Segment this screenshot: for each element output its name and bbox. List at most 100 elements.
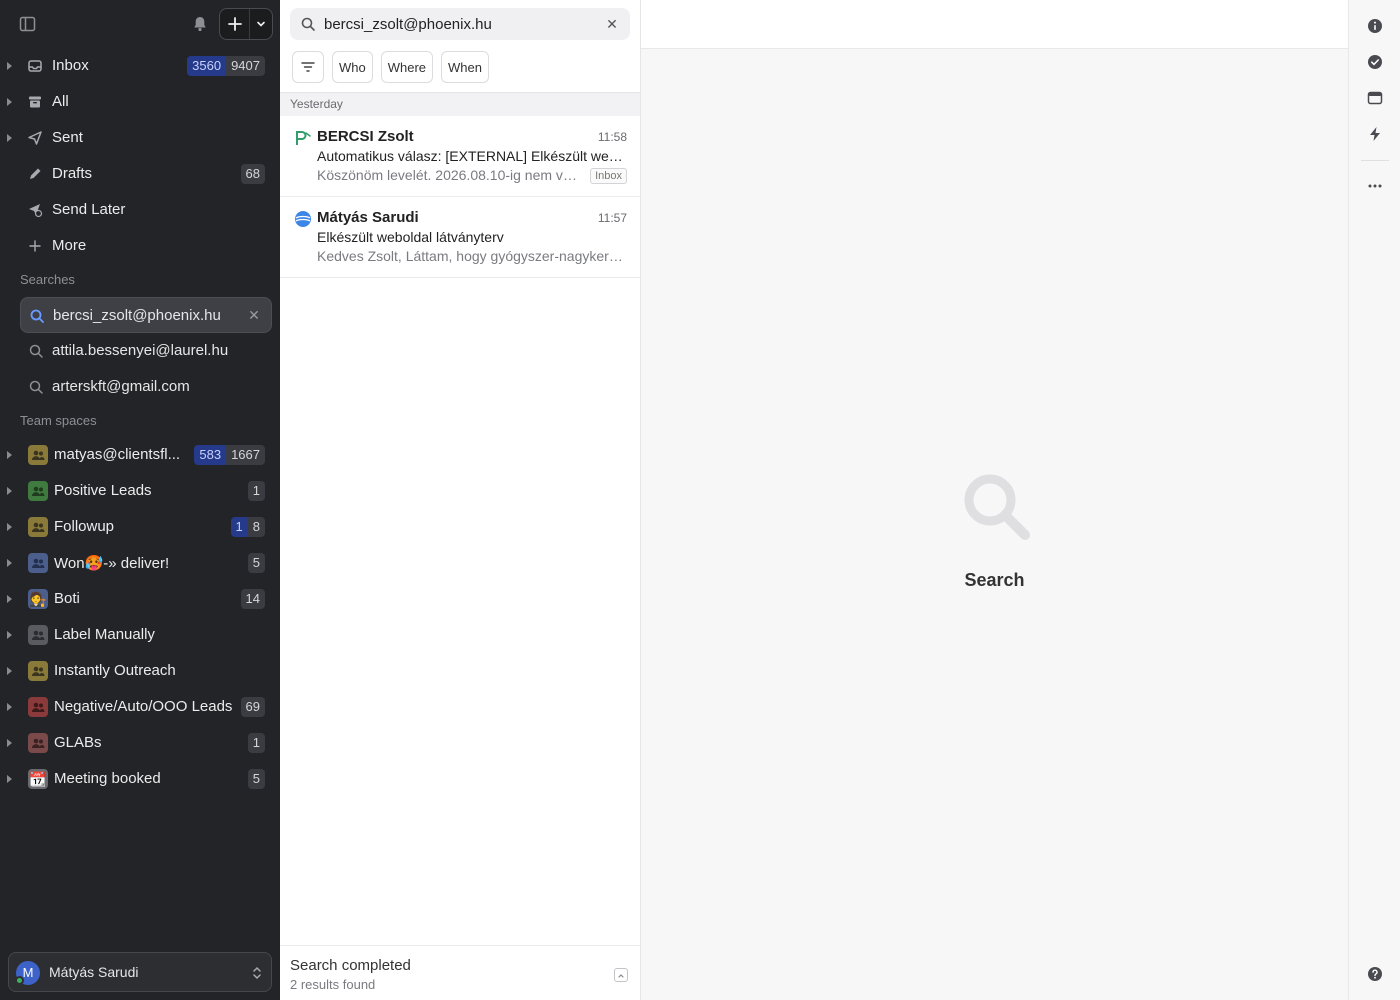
count-badge: 5 [247, 769, 265, 789]
unread-badge: 583 [194, 445, 227, 465]
check-circle-icon[interactable] [1365, 52, 1385, 72]
expand-triangle-icon[interactable] [7, 98, 12, 106]
saved-search-item[interactable]: bercsi_zsolt@phoenix.hu ✕ [20, 297, 272, 333]
saved-search-item[interactable]: arterskft@gmail.com [20, 369, 272, 405]
count-badge: 5 [247, 553, 265, 573]
team-avatar-icon [28, 445, 48, 465]
message-sender: Mátyás Sarudi [317, 209, 419, 226]
bell-icon[interactable] [190, 14, 210, 34]
reading-pane-toolbar [641, 0, 1348, 49]
team-count-badge: 5 [247, 769, 265, 789]
team-space-item[interactable]: Instantly Outreach [0, 653, 280, 689]
pencil-icon [26, 165, 44, 183]
team-space-label: matyas@clientsfl... [54, 446, 181, 463]
sidebar-toggle-icon[interactable] [18, 15, 38, 33]
team-space-item[interactable]: Followup 1 8 [0, 509, 280, 545]
team-space-label: Followup [54, 518, 115, 535]
team-space-item[interactable]: 📆 Meeting booked 5 [0, 761, 280, 797]
collapse-status-button[interactable] [614, 968, 628, 982]
filter-options-button[interactable] [292, 51, 324, 83]
expand-triangle-icon[interactable] [7, 775, 12, 783]
team-count-badge: 583 1667 [194, 445, 265, 465]
team-space-item[interactable]: 🧑‍⚖️ Boti 14 [0, 581, 280, 617]
expand-triangle-icon[interactable] [7, 595, 12, 603]
rail-divider [1361, 160, 1389, 161]
expand-triangle-icon[interactable] [7, 523, 12, 531]
team-avatar-icon [28, 733, 48, 753]
expand-triangle-icon[interactable] [7, 62, 12, 70]
phoenix-logo-icon [294, 129, 312, 147]
clear-search-close-icon[interactable]: ✕ [604, 16, 620, 32]
team-avatar-icon [28, 697, 48, 717]
nav-item-sent[interactable]: Sent [0, 120, 280, 156]
send-icon [26, 129, 44, 147]
nav-item-inbox[interactable]: Inbox 3560 9407 [0, 48, 280, 84]
list-item[interactable]: BERCSI Zsolt 11:58 Automatikus válasz: [… [280, 116, 640, 197]
nav-item-send-later[interactable]: Send Later [0, 192, 280, 228]
inbox-icon [26, 57, 44, 75]
filter-where-button[interactable]: Where [380, 51, 434, 83]
expand-triangle-icon[interactable] [7, 739, 12, 747]
saved-search-item[interactable]: attila.bessenyei@laurel.hu [20, 333, 272, 369]
help-icon[interactable] [1365, 964, 1385, 984]
nav-item-more[interactable]: More [0, 228, 280, 264]
team-space-item[interactable]: matyas@clientsfl... 583 1667 [0, 437, 280, 473]
more-options-icon[interactable] [1365, 176, 1385, 196]
team-count-badge: 1 [247, 733, 265, 753]
search-bar: ✕ [290, 8, 630, 40]
team-space-item[interactable]: Positive Leads 1 [0, 473, 280, 509]
message-sender: BERCSI Zsolt [317, 128, 414, 145]
date-group-header: Yesterday [280, 92, 640, 116]
expand-triangle-icon[interactable] [7, 631, 12, 639]
sidebar: Inbox 3560 9407 All Sent Drafts 68 Send [0, 0, 280, 1000]
searches-section-label: Searches [20, 272, 75, 287]
message-subject: Automatikus válasz: [EXTERNAL] Elkészült… [317, 148, 629, 164]
expand-triangle-icon[interactable] [7, 451, 12, 459]
search-icon [300, 16, 316, 32]
filter-lines-icon [301, 62, 315, 72]
chevron-up-icon [618, 974, 624, 978]
list-item[interactable]: Mátyás Sarudi 11:57 Elkészült weboldal l… [280, 197, 640, 278]
message-time: 11:58 [597, 130, 627, 144]
search-filter-bar: Who Where When [292, 51, 489, 83]
team-space-item[interactable]: Negative/Auto/OOO Leads 69 [0, 689, 280, 725]
info-icon[interactable] [1365, 16, 1385, 36]
expand-triangle-icon[interactable] [7, 134, 12, 142]
team-count-badge: 14 [240, 589, 265, 609]
filter-who-button[interactable]: Who [332, 51, 373, 83]
right-action-rail [1348, 0, 1400, 1000]
compose-options-chevron-down-icon[interactable] [250, 9, 272, 39]
nav-item-all[interactable]: All [0, 84, 280, 120]
window-icon[interactable] [1365, 88, 1385, 108]
compose-button[interactable] [220, 9, 250, 39]
filter-when-button[interactable]: When [441, 51, 489, 83]
team-space-item[interactable]: Won🥵-» deliver! 5 [0, 545, 280, 581]
team-space-item[interactable]: Label Manually [0, 617, 280, 653]
team-space-item[interactable]: GLABs 1 [0, 725, 280, 761]
drafts-count-badge: 68 [240, 164, 265, 184]
message-subject: Elkészült weboldal látványterv [317, 229, 504, 245]
folder-tag: Inbox [590, 168, 627, 184]
nav-item-label: Inbox [52, 57, 89, 74]
search-input[interactable] [324, 8, 594, 40]
expand-triangle-icon[interactable] [7, 487, 12, 495]
team-count-badge: 69 [240, 697, 265, 717]
message-preview: Kedves Zsolt, Láttam, hogy gyógyszer-nag… [317, 248, 629, 264]
saved-search-label: attila.bessenyei@laurel.hu [52, 342, 229, 359]
expand-triangle-icon[interactable] [7, 667, 12, 675]
close-icon[interactable]: ✕ [247, 308, 261, 322]
team-avatar-icon [28, 661, 48, 681]
count-badge: 1 [247, 481, 265, 501]
team-avatar-icon [28, 481, 48, 501]
expand-triangle-icon[interactable] [7, 559, 12, 567]
saved-search-label: arterskft@gmail.com [52, 378, 190, 395]
lightning-icon[interactable] [1365, 124, 1385, 144]
account-switcher[interactable]: M Mátyás Sarudi [8, 952, 272, 992]
expand-triangle-icon[interactable] [7, 703, 12, 711]
nav-item-drafts[interactable]: Drafts 68 [0, 156, 280, 192]
search-icon [28, 379, 44, 395]
send-later-icon [26, 201, 44, 219]
nav-item-label: More [52, 237, 87, 254]
unread-badge: 3560 [187, 56, 227, 76]
compose-button-group [219, 8, 273, 40]
